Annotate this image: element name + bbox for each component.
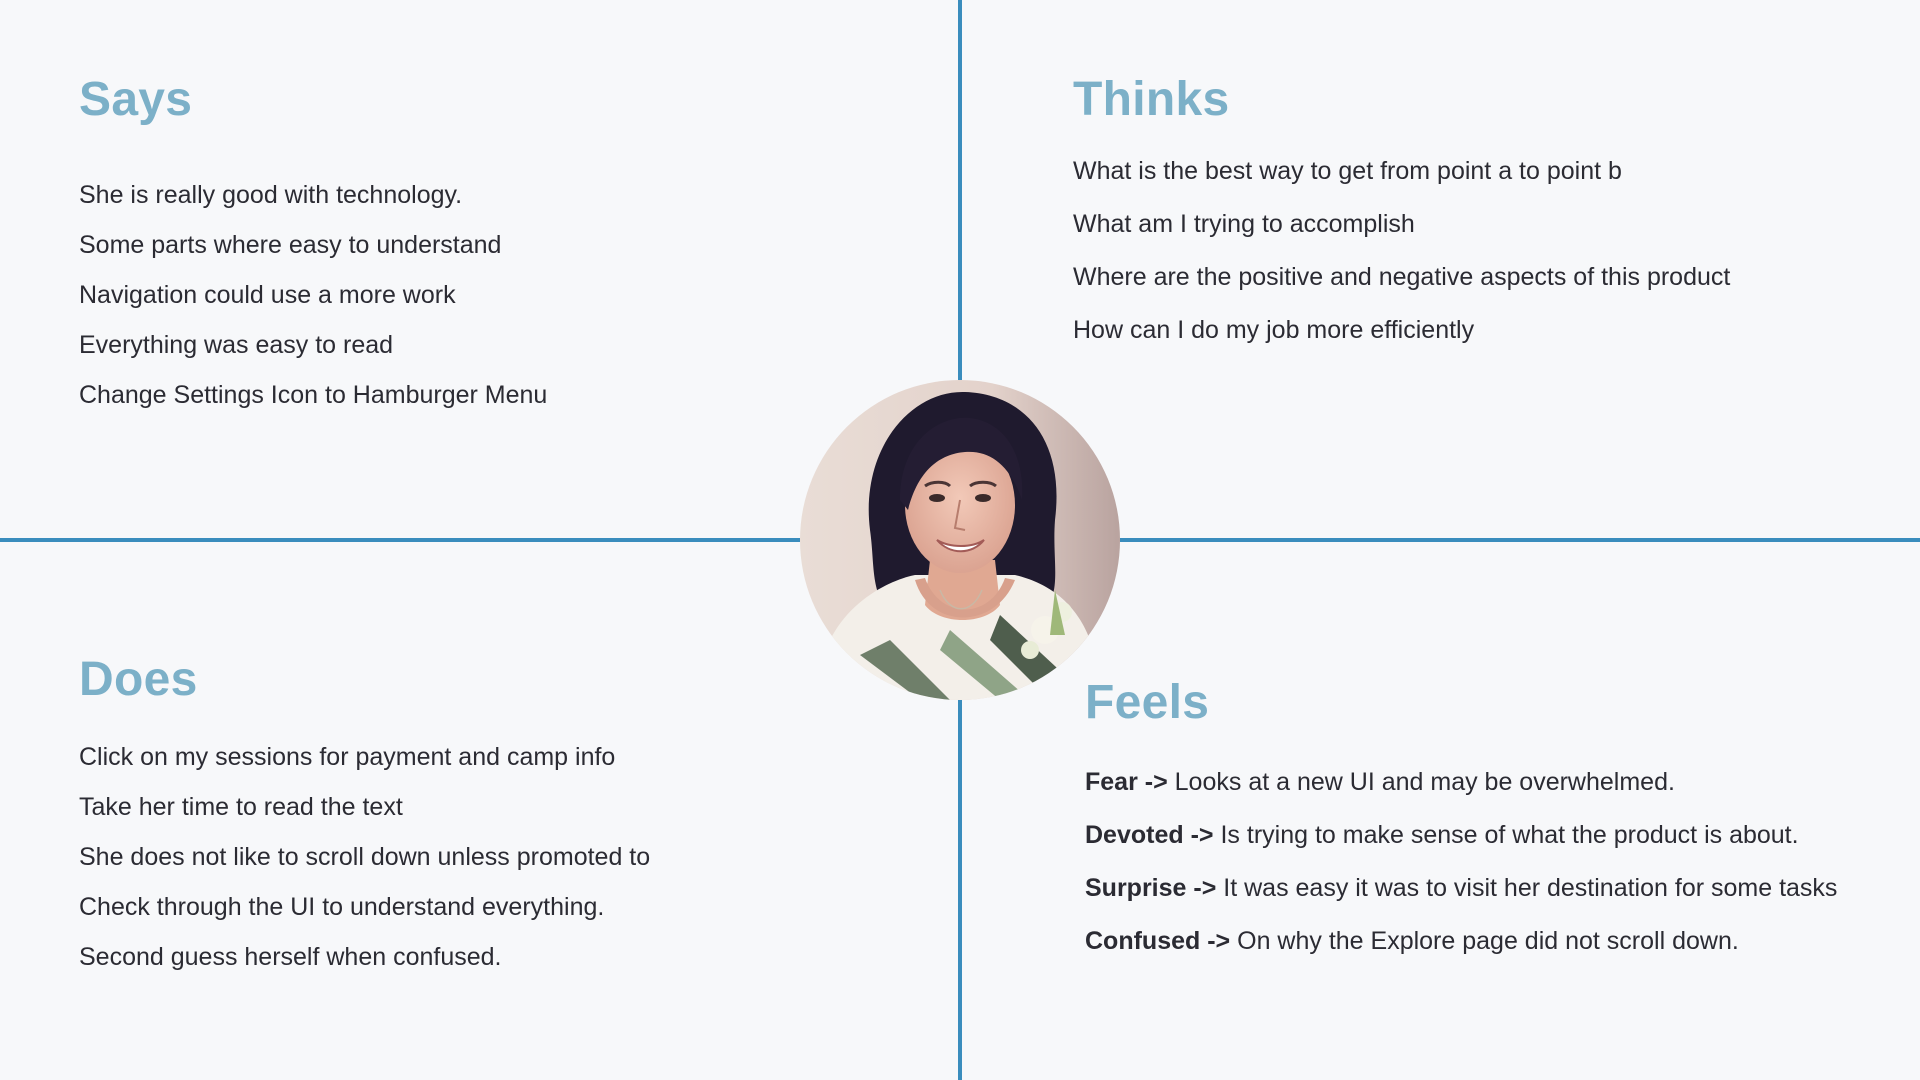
feel-label: Fear [1085, 768, 1138, 796]
thinks-quadrant: Thinks What is the best way to get from … [1073, 76, 1730, 368]
feel-arrow: -> [1190, 821, 1214, 849]
feel-text: Looks at a new UI and may be overwhelmed… [1174, 768, 1675, 796]
does-item: She does not like to scroll down unless … [79, 843, 651, 871]
thinks-list: What is the best way to get from point a… [1073, 156, 1730, 368]
does-item: Take her time to read the text [79, 793, 403, 821]
does-quadrant: Does Click on my sessions for payment an… [79, 656, 650, 992]
persona-portrait-icon [800, 380, 1120, 700]
says-item: Some parts where easy to understand [79, 231, 502, 259]
feel-arrow: -> [1193, 874, 1217, 902]
feel-text: Is trying to make sense of what the prod… [1220, 821, 1799, 849]
feels-title: Feels [1085, 676, 1210, 729]
does-item: Second guess herself when confused. [79, 943, 502, 971]
feel-arrow: -> [1207, 927, 1231, 955]
feel-label: Surprise [1085, 874, 1187, 902]
persona-photo [800, 380, 1120, 700]
says-title: Says [79, 73, 193, 126]
feel-label: Confused [1085, 927, 1201, 955]
does-title: Does [79, 653, 198, 706]
feels-list: Fear -> Looks at a new UI and may be ove… [1085, 767, 1837, 979]
does-list: Click on my sessions for payment and cam… [79, 742, 650, 992]
says-list: She is really good with technology. Some… [79, 180, 547, 430]
thinks-title: Thinks [1073, 73, 1230, 126]
thinks-item: What is the best way to get from point a… [1073, 157, 1622, 185]
says-item: She is really good with technology. [79, 181, 463, 209]
says-item: Navigation could use a more work [79, 281, 456, 309]
feels-quadrant: Feels Fear -> Looks at a new UI and may … [1085, 679, 1837, 979]
feel-arrow: -> [1144, 768, 1168, 796]
says-item: Change Settings Icon to Hamburger Menu [79, 381, 548, 409]
feel-label: Devoted [1085, 821, 1184, 849]
does-item: Check through the UI to understand every… [79, 893, 605, 921]
feel-text: On why the Explore page did not scroll d… [1237, 927, 1739, 955]
does-item: Click on my sessions for payment and cam… [79, 743, 616, 771]
thinks-item: Where are the positive and negative aspe… [1073, 263, 1731, 291]
feel-text: It was easy it was to visit her destinat… [1223, 874, 1838, 902]
thinks-item: How can I do my job more efficiently [1073, 316, 1475, 344]
thinks-item: What am I trying to accomplish [1073, 210, 1415, 238]
says-quadrant: Says She is really good with technology.… [79, 76, 547, 430]
feels-item: Surprise -> It was easy it was to visit … [1085, 873, 1837, 926]
feels-item: Fear -> Looks at a new UI and may be ove… [1085, 767, 1837, 820]
feels-item: Confused -> On why the Explore page did … [1085, 926, 1837, 979]
says-item: Everything was easy to read [79, 331, 394, 359]
feels-item: Devoted -> Is trying to make sense of wh… [1085, 820, 1837, 873]
